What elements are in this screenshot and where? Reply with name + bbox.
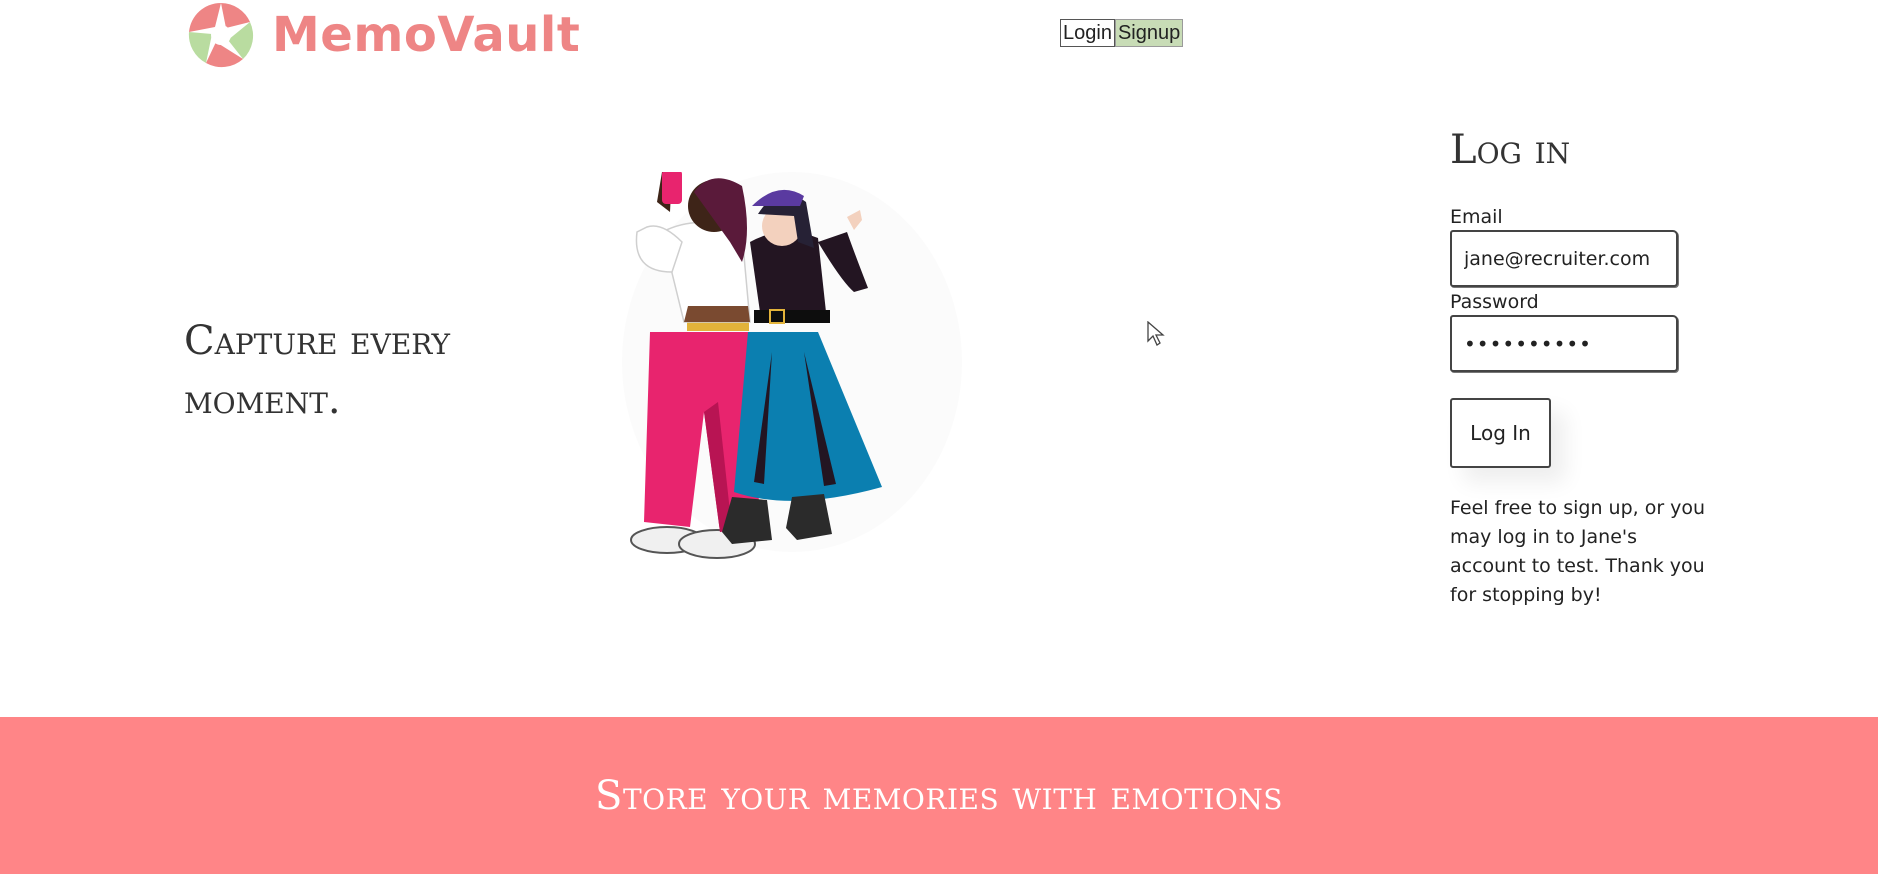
login-title: Log in	[1450, 127, 1571, 173]
brand-name: MemoVault	[272, 7, 581, 63]
login-submit-button[interactable]: Log In	[1450, 398, 1551, 468]
friends-selfie-illustration	[622, 172, 962, 559]
banner-text: Store your memories with emotions	[595, 772, 1283, 819]
mouse-pointer-icon	[1147, 321, 1165, 346]
brand-logo[interactable]: MemoVault	[188, 2, 580, 68]
email-label: Email	[1450, 206, 1503, 228]
password-label: Password	[1450, 291, 1539, 313]
aperture-logo-icon	[188, 2, 254, 68]
nav-login-button[interactable]: Login	[1060, 19, 1115, 47]
footer-banner: Store your memories with emotions	[0, 717, 1878, 874]
page: MemoVault Login Signup Capture every mom…	[0, 0, 1878, 874]
login-form: Log in Email Password Log In Feel free t…	[1450, 126, 1710, 610]
password-field[interactable]	[1450, 315, 1678, 372]
auth-nav: Login Signup	[1060, 19, 1184, 47]
nav-signup-button[interactable]: Signup	[1114, 19, 1184, 47]
email-field[interactable]	[1450, 230, 1678, 287]
login-note: Feel free to sign up, or you may log in …	[1450, 497, 1706, 606]
hero-tagline: Capture every moment.	[184, 318, 450, 423]
